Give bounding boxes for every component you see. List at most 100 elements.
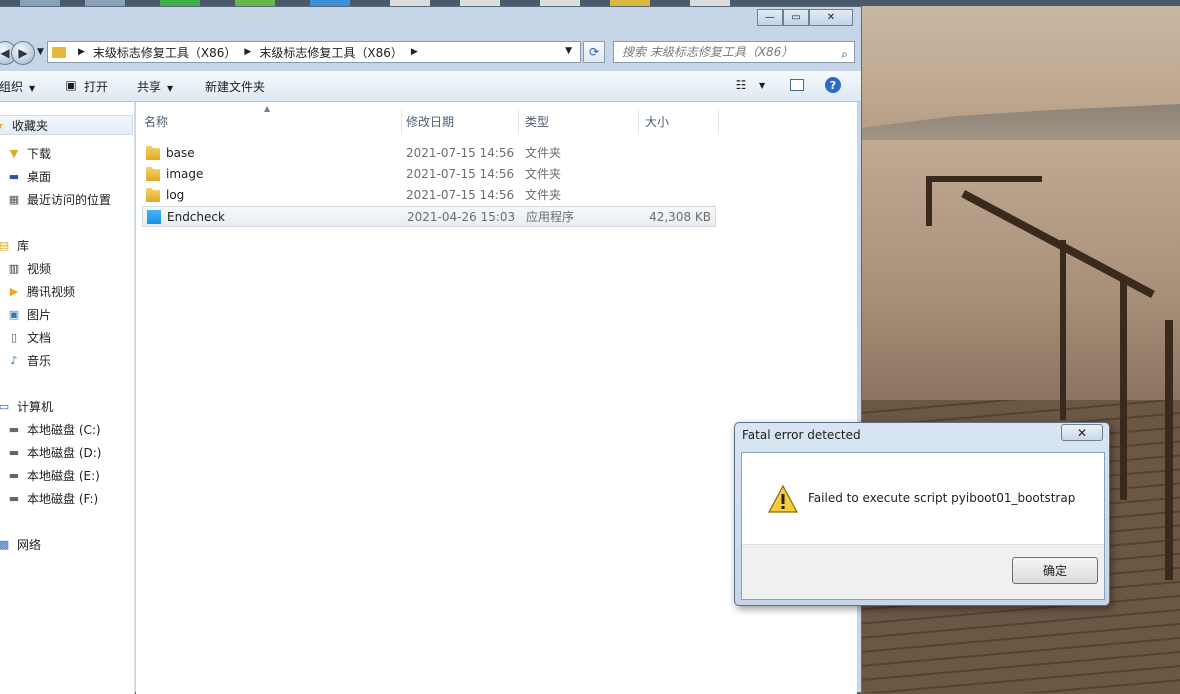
preview-pane-icon[interactable] (789, 77, 805, 93)
sidebar-item-drive-e[interactable]: ▬ 本地磁盘 (E:) (7, 465, 100, 485)
sidebar-item-documents[interactable]: ▯ 文档 (7, 327, 51, 347)
sidebar-item-label: 文档 (27, 330, 52, 345)
organize-label: 组织 (0, 80, 24, 94)
pier-rail (1165, 320, 1173, 580)
close-icon[interactable]: ✕ (1061, 424, 1103, 441)
file-type: 应用程序 (526, 210, 575, 224)
sidebar-item-pictures[interactable]: ▣ 图片 (7, 304, 51, 324)
file-row[interactable]: base 2021-07-15 14:56 文件夹 (142, 143, 716, 164)
desktop-icon: ▬ (8, 169, 20, 183)
column-header-modified[interactable]: 修改日期 (400, 110, 519, 134)
computer-icon: ▭ (0, 399, 10, 413)
pier-rail (1120, 280, 1127, 500)
sidebar-item-videos[interactable]: ▥ 视频 (7, 258, 51, 278)
refresh-icon[interactable]: ⟳ (583, 41, 605, 63)
breadcrumb-arrow-icon[interactable]: ▶ (78, 47, 85, 57)
command-toolbar: 组织 ▼ ▣ 打开 共享 ▼ 新建文件夹 ☷ ▼ ? (0, 71, 861, 102)
chevron-down-icon: ▼ (167, 84, 174, 93)
help-icon[interactable]: ? (825, 77, 841, 93)
downloads-folder-icon: ▼ (9, 146, 19, 160)
sidebar-item-label: 计算机 (17, 399, 54, 414)
file-modified: 2021-07-15 14:56 (406, 146, 515, 160)
column-header-size[interactable]: 大小 (639, 110, 719, 134)
warning-icon (768, 485, 798, 513)
file-row[interactable]: Endcheck 2021-04-26 15:03 应用程序 42,308 KB (142, 206, 716, 227)
address-dropdown-icon[interactable]: ▼ (565, 46, 572, 56)
sidebar-item-music[interactable]: ♪ 音乐 (7, 350, 51, 370)
ok-button[interactable]: 确定 (1012, 557, 1098, 584)
forward-arrow-icon[interactable]: ▶ (11, 41, 35, 65)
file-row[interactable]: log 2021-07-15 14:56 文件夹 (142, 185, 716, 206)
folder-icon (52, 46, 66, 58)
documents-icon: ▯ (10, 330, 18, 344)
sidebar-item-network[interactable]: ▩ 网络 (0, 534, 41, 554)
breadcrumb-item[interactable]: 末级标志修复工具（X86） (93, 44, 237, 61)
file-name: base (166, 146, 195, 160)
file-name: image (166, 167, 204, 181)
chevron-down-icon[interactable]: ▼ (759, 81, 765, 90)
column-header-name[interactable]: 名称 (138, 110, 402, 134)
recent-places-icon: ▦ (8, 192, 20, 206)
column-header-type[interactable]: 类型 (519, 110, 639, 134)
maximize-icon[interactable]: ▭ (783, 9, 809, 26)
search-icon[interactable]: ⌕ (841, 44, 848, 64)
sidebar-item-computer[interactable]: ▭ 计算机 (0, 396, 53, 416)
dialog-title: Fatal error detected (742, 428, 861, 442)
sidebar-item-drive-f[interactable]: ▬ 本地磁盘 (F:) (7, 488, 98, 508)
folder-icon (146, 188, 160, 202)
navigation-pane: ★ 收藏夹 ▼下载 ▬ 桌面 ▦ 最近访问的位置 ▤库 ▥视频 ▶腾讯视频 ▣图片 ▯… (0, 102, 135, 694)
folder-icon (146, 146, 160, 160)
sidebar-item-desktop[interactable]: ▬ 桌面 (7, 166, 51, 186)
sidebar-item-label: 本地磁盘 (D:) (27, 445, 102, 460)
sidebar-item-label: 音乐 (27, 353, 52, 368)
sidebar-item-label: 桌面 (27, 169, 52, 184)
open-button[interactable]: 打开 (84, 78, 108, 95)
file-type: 文件夹 (525, 188, 562, 202)
sidebar-item-label: 图片 (27, 307, 52, 322)
sidebar-item-drive-d[interactable]: ▬ 本地磁盘 (D:) (7, 442, 102, 462)
minimize-icon[interactable]: — (757, 9, 783, 26)
video-icon: ▥ (8, 261, 20, 275)
sidebar-item-downloads[interactable]: ▼ 下载 (7, 143, 51, 163)
file-modified: 2021-07-15 14:56 (406, 167, 515, 181)
library-icon: ▤ (0, 238, 10, 252)
chevron-down-icon: ▼ (29, 84, 36, 93)
sidebar-item-recent[interactable]: ▦ 最近访问的位置 (7, 189, 111, 209)
sidebar-item-favorites[interactable]: ★ 收藏夹 (0, 115, 133, 135)
breadcrumb-arrow-icon[interactable]: ▶ (244, 47, 251, 57)
star-icon: ★ (0, 118, 6, 132)
breadcrumb-arrow-icon[interactable]: ▶ (411, 47, 418, 57)
organize-button[interactable]: 组织 ▼ (0, 78, 35, 95)
recent-pages-dropdown-icon[interactable]: ▼ (37, 47, 44, 57)
file-row[interactable]: image 2021-07-15 14:56 文件夹 (142, 164, 716, 185)
sidebar-item-label: 网络 (17, 537, 42, 552)
share-label: 共享 (137, 80, 162, 94)
music-icon: ♪ (10, 353, 18, 367)
sidebar-item-label: 收藏夹 (12, 118, 49, 133)
close-icon[interactable]: ✕ (809, 9, 853, 26)
file-modified: 2021-04-26 15:03 (407, 210, 516, 224)
folder-icon (146, 167, 160, 181)
share-button[interactable]: 共享 ▼ (137, 78, 173, 95)
error-dialog: Fatal error detected ✕ Failed to execute… (734, 422, 1110, 606)
view-options-icon[interactable]: ☷ (733, 77, 749, 93)
breadcrumb-item[interactable]: 末级标志修复工具（X86） (259, 44, 403, 61)
tencent-video-icon: ▶ (9, 284, 19, 298)
dialog-footer: 确定 (742, 544, 1104, 599)
drive-icon: ▬ (8, 491, 20, 505)
wallpaper-hills (860, 104, 1180, 144)
sidebar-item-label: 本地磁盘 (E:) (27, 468, 100, 483)
error-message: Failed to execute script pyiboot01_boots… (808, 491, 1076, 505)
new-folder-button[interactable]: 新建文件夹 (205, 78, 265, 95)
sidebar-item-libraries[interactable]: ▤ 库 (0, 235, 29, 255)
address-bar[interactable]: ▶ 末级标志修复工具（X86） ▶ 末级标志修复工具（X86） ▶ ▼ (47, 41, 581, 63)
search-input[interactable]: 搜索 末级标志修复工具（X86） ⌕ (613, 41, 855, 63)
open-icon: ▣ (65, 78, 77, 92)
file-name: log (166, 188, 185, 202)
sidebar-item-drive-c[interactable]: ▬ 本地磁盘 (C:) (7, 419, 101, 439)
sidebar-item-label: 最近访问的位置 (27, 192, 112, 207)
address-bar-row: ◀ ▶ ▼ ▶ 末级标志修复工具（X86） ▶ 末级标志修复工具（X86） ▶ … (0, 37, 863, 69)
sidebar-item-label: 本地磁盘 (C:) (27, 422, 101, 437)
window-caption-buttons: — ▭ ✕ (757, 9, 853, 26)
sidebar-item-tencent-video[interactable]: ▶ 腾讯视频 (7, 281, 75, 301)
